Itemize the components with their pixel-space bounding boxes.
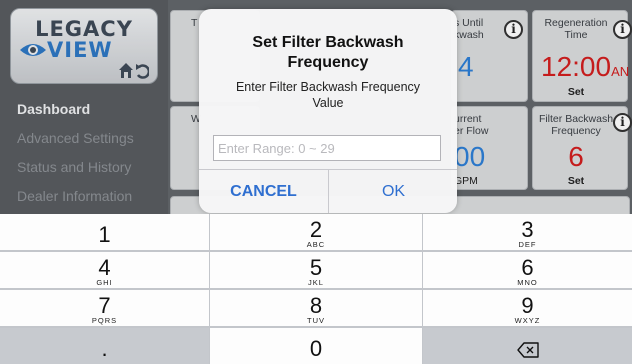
set-frequency-dialog: Set Filter Backwash Frequency Enter Filt…	[199, 9, 457, 213]
key-9[interactable]: 9 WXYZ	[423, 290, 632, 326]
key-4[interactable]: 4 GHI	[0, 252, 209, 288]
key-2[interactable]: 2 ABC	[210, 214, 422, 250]
app-screen: LEGACY VIEW Dashboard Advanced Settings …	[0, 0, 632, 364]
numeric-keypad: 1 2 ABC 3 DEF 4 GHI 5 JKL 6 MNO 7 PQRS 8 TUV 9W…	[0, 214, 632, 364]
key-5[interactable]: 5 JKL	[210, 252, 422, 288]
delete-key[interactable]	[423, 328, 632, 364]
key-1[interactable]: 1	[0, 214, 209, 250]
key-6[interactable]: 6 MNO	[423, 252, 632, 288]
backspace-icon	[516, 341, 539, 358]
cancel-button[interactable]: CANCEL	[199, 170, 328, 213]
key-8[interactable]: 8 TUV	[210, 290, 422, 326]
frequency-input[interactable]	[213, 135, 441, 161]
ok-button[interactable]: OK	[329, 170, 458, 213]
key-decimal[interactable]: .	[0, 328, 209, 364]
key-0[interactable]: 0	[210, 328, 422, 364]
dialog-title: Set Filter Backwash Frequency	[252, 34, 404, 71]
dialog-message: Enter Filter Backwash Frequency Value	[235, 80, 421, 110]
key-7[interactable]: 7 PQRS	[0, 290, 209, 326]
key-3[interactable]: 3 DEF	[423, 214, 632, 250]
